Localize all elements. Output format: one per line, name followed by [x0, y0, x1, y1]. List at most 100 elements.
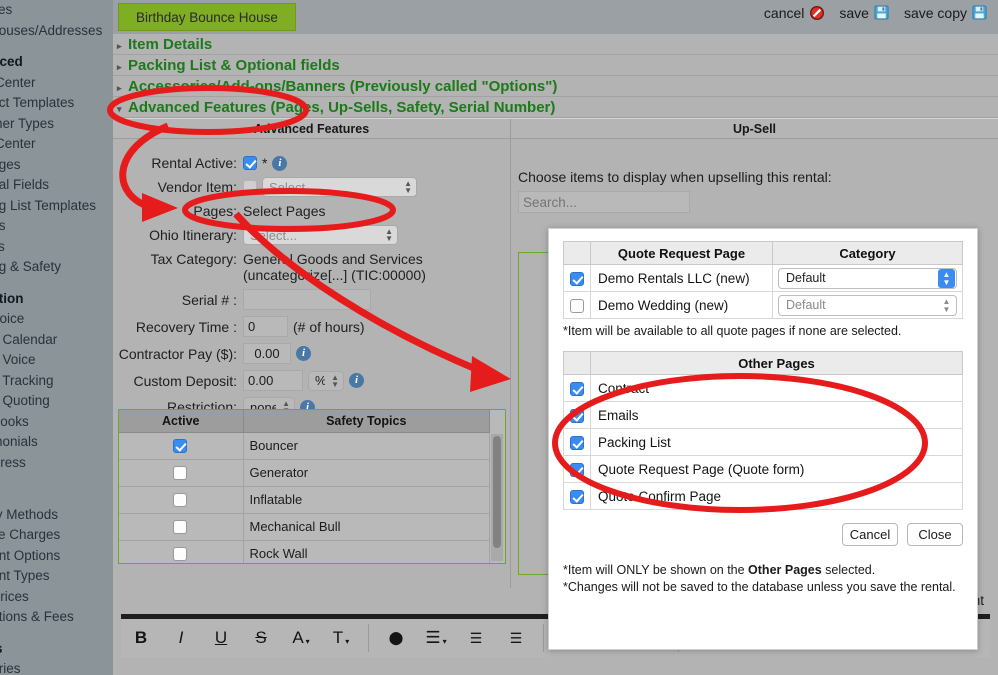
contractor-pay-label: Contractor Pay ($): — [118, 345, 237, 362]
info-icon[interactable]: i — [296, 346, 311, 361]
ohio-itinerary-label: Ohio Itinerary: — [149, 227, 237, 243]
custom-deposit-unit-select[interactable]: % — [308, 370, 344, 391]
tax-category-line2: (uncategorize[...] (TIC:00000) — [243, 267, 426, 283]
sidebar-item[interactable]: ...Books — [0, 412, 113, 433]
sidebar-item[interactable]: ...monials — [0, 432, 113, 453]
sidebar-item[interactable]: ...Prices — [0, 587, 113, 608]
pages-label: Pages: — [193, 203, 237, 219]
font-size-icon[interactable]: T ▾ — [321, 621, 361, 655]
section-header[interactable]: ▸ Item Details — [113, 34, 998, 55]
sidebar-item[interactable]: ...ories — [0, 659, 113, 675]
field-tax-category: Tax Category: General Goods and Services… — [113, 251, 510, 283]
rental-name-tab[interactable]: Birthday Bounce House — [118, 3, 296, 31]
other-pages-header: Other Pages — [590, 351, 963, 375]
ohio-itinerary-select[interactable]: Select... — [243, 225, 398, 245]
rental-active-checkbox[interactable] — [243, 156, 257, 170]
vendor-item-select[interactable]: Select... — [262, 177, 417, 197]
sidebar-item[interactable]: ... Center — [0, 134, 113, 155]
serial-label: Serial # : — [181, 291, 237, 308]
safety-active-cell — [119, 513, 244, 541]
cancel-button[interactable]: cancel — [764, 5, 825, 21]
recovery-time-input[interactable] — [243, 316, 288, 337]
save-label: save — [839, 5, 869, 21]
quote-page-checkbox[interactable] — [569, 271, 584, 286]
upsell-search-input[interactable] — [518, 191, 690, 213]
table-row: Packing List — [563, 428, 963, 456]
other-page-checkbox[interactable] — [569, 462, 584, 477]
safety-active-checkbox[interactable] — [173, 439, 188, 454]
other-page-checkbox[interactable] — [569, 489, 584, 504]
underline-icon[interactable]: U — [201, 621, 241, 655]
align-icon[interactable]: ☰ ▾ — [416, 621, 456, 655]
info-icon[interactable]: i — [349, 373, 364, 388]
sidebar-item[interactable]: ...act Templates — [0, 93, 113, 114]
safety-topic-cell: Bouncer — [243, 432, 490, 460]
bold-icon[interactable]: B — [121, 621, 161, 655]
sidebar-item[interactable]: ...nal Fields — [0, 175, 113, 196]
sidebar-item[interactable]: ... Center — [0, 73, 113, 94]
safety-active-checkbox[interactable] — [173, 520, 188, 535]
italic-icon[interactable]: I — [161, 621, 201, 655]
custom-deposit-input[interactable] — [243, 370, 303, 391]
section-header-label: Packing List & Optional fields — [128, 57, 340, 74]
safety-active-checkbox[interactable] — [173, 547, 188, 562]
sidebar-item[interactable]: ...Voice — [0, 309, 113, 330]
sidebar-item[interactable]: ...e Tracking — [0, 371, 113, 392]
save-button[interactable]: save — [839, 5, 890, 21]
sidebar-item[interactable]: ...ent Options — [0, 546, 113, 567]
safety-scrollbar-thumb[interactable] — [493, 436, 501, 548]
ordered-list-icon[interactable]: ☰ — [456, 621, 496, 655]
safety-topics-table: Active Safety Topics Bouncer Generator Infl… — [119, 410, 490, 563]
safety-active-checkbox[interactable] — [173, 466, 188, 481]
tax-category-label: Tax Category: — [150, 251, 237, 267]
sidebar-item[interactable]: ...ng & Safety — [0, 257, 113, 278]
sidebar-item[interactable]: ...es — [0, 216, 113, 237]
sidebar-item[interactable]: ...Press — [0, 453, 113, 474]
section-header[interactable]: ▾ Advanced Features (Pages, Up-Sells, Saf… — [113, 97, 998, 118]
sidebar-item[interactable]: ...houses/Addresses — [0, 21, 113, 42]
other-page-checkbox[interactable] — [569, 408, 584, 423]
quote-request-page-table: Quote Request Page Category Demo Rentals … — [563, 241, 963, 319]
section-header[interactable]: ▸ Packing List & Optional fields — [113, 55, 998, 76]
sidebar-item[interactable]: ...ptions & Fees — [0, 607, 113, 628]
toolbar-glyph: S — [255, 628, 267, 647]
sidebar-item[interactable]: ...e Voice — [0, 350, 113, 371]
table-row: Quote Request Page (Quote form) — [563, 455, 963, 483]
modal-close-button[interactable]: Close — [907, 523, 963, 546]
other-page-checkbox[interactable] — [569, 435, 584, 450]
sidebar-item[interactable]: ...mer Types — [0, 114, 113, 135]
unordered-list-icon[interactable]: ☰ — [496, 621, 536, 655]
other-pages-table-body: Contract Emails Packing List Quote Request … — [563, 374, 963, 510]
modal-cancel-button[interactable]: Cancel — [842, 523, 898, 546]
select-pages-link[interactable]: Select Pages — [243, 203, 326, 219]
category-select[interactable]: Default — [778, 294, 957, 316]
safety-active-checkbox[interactable] — [173, 493, 188, 508]
note-bold: Other Pages — [748, 563, 822, 577]
section-header[interactable]: ▸ Accessories/Add-ons/Banners (Previously… — [113, 76, 998, 97]
sidebar-item[interactable]: ...ce Charges — [0, 525, 113, 546]
strikethrough-icon[interactable]: S — [241, 621, 281, 655]
sidebar-divider — [0, 278, 113, 289]
chevron-down-icon: ▾ — [345, 636, 350, 646]
quote-page-check-cell — [563, 264, 591, 292]
sidebar-item[interactable]: ...ng List Templates — [0, 196, 113, 217]
category-select[interactable]: Default — [778, 267, 957, 289]
highlight-color-icon[interactable]: ⬤ — [376, 621, 416, 655]
info-icon[interactable]: i — [272, 155, 288, 171]
sidebar-item[interactable]: ...ages — [0, 155, 113, 176]
serial-input[interactable] — [243, 289, 371, 310]
sidebar-item[interactable]: ...ses — [0, 0, 113, 21]
safety-scrollbar[interactable] — [491, 434, 503, 561]
toolbar-glyph: ☰ — [469, 629, 483, 646]
vendor-item-checkbox[interactable] — [243, 180, 257, 194]
sidebar-item[interactable]: ...ys — [0, 237, 113, 258]
font-color-icon[interactable]: A ▾ — [281, 621, 321, 655]
other-page-checkbox[interactable] — [569, 381, 584, 396]
quote-page-checkbox[interactable] — [569, 298, 584, 313]
sidebar-item[interactable]: ...ent Types — [0, 566, 113, 587]
sidebar-item[interactable]: ...e Quoting — [0, 391, 113, 412]
contractor-pay-input[interactable] — [243, 343, 291, 364]
sidebar-item[interactable]: ...ry Methods — [0, 505, 113, 526]
sidebar-item[interactable]: ...e Calendar — [0, 330, 113, 351]
save-copy-button[interactable]: save copy — [904, 5, 988, 21]
